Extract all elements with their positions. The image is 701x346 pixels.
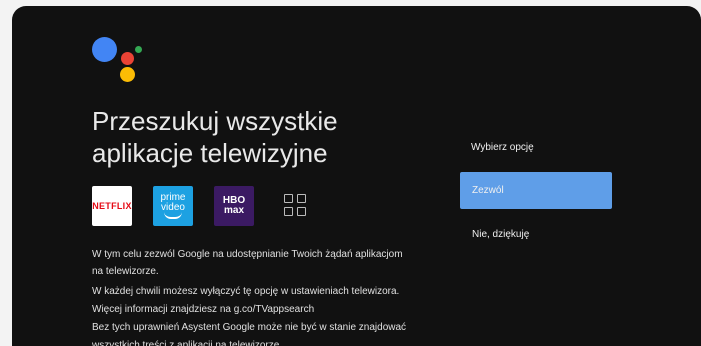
description-line-4: Więcej informacji znajdziesz na g.co/TVa… [92, 304, 315, 315]
tv-screen: Przeszukuj wszystkie aplikacje telewizyj… [12, 6, 701, 346]
choose-option-label: Wybierz opcję [471, 142, 534, 153]
decline-button-label: Nie, dziękuję [472, 229, 530, 240]
assistant-yellow-dot [120, 67, 135, 82]
description-line-3: W każdej chwili możesz wyłączyć tę opcję… [92, 286, 400, 297]
assistant-green-dot [135, 46, 142, 53]
title-line-2: aplikacje telewizyjne [92, 138, 328, 168]
grid-icon [284, 194, 306, 216]
assistant-blue-dot [92, 37, 117, 62]
hbo-logo-line-2: max [223, 205, 244, 216]
prime-smile-icon [164, 212, 182, 219]
description-line-6: wszystkich treści z aplikacji na telewiz… [92, 340, 283, 346]
decline-button[interactable]: Nie, dziękuję [460, 216, 612, 253]
description-line-1: W tym celu zezwól Google na udostępniani… [92, 249, 403, 260]
assistant-red-dot [121, 52, 134, 65]
hbo-max-app-icon: HBO max [214, 186, 254, 226]
description-line-2: na telewizorze. [92, 266, 159, 277]
prime-video-app-icon: prime video [153, 186, 193, 226]
netflix-app-icon: NETFLIX [92, 186, 132, 226]
netflix-logo-text: NETFLIX [92, 201, 132, 211]
page-title: Przeszukuj wszystkie aplikacje telewizyj… [92, 105, 338, 169]
allow-button[interactable]: Zezwól [460, 172, 612, 209]
description-line-5: Bez tych uprawnień Asystent Google może … [92, 322, 407, 333]
title-line-1: Przeszukuj wszystkie [92, 106, 338, 136]
allow-button-label: Zezwól [472, 185, 504, 196]
